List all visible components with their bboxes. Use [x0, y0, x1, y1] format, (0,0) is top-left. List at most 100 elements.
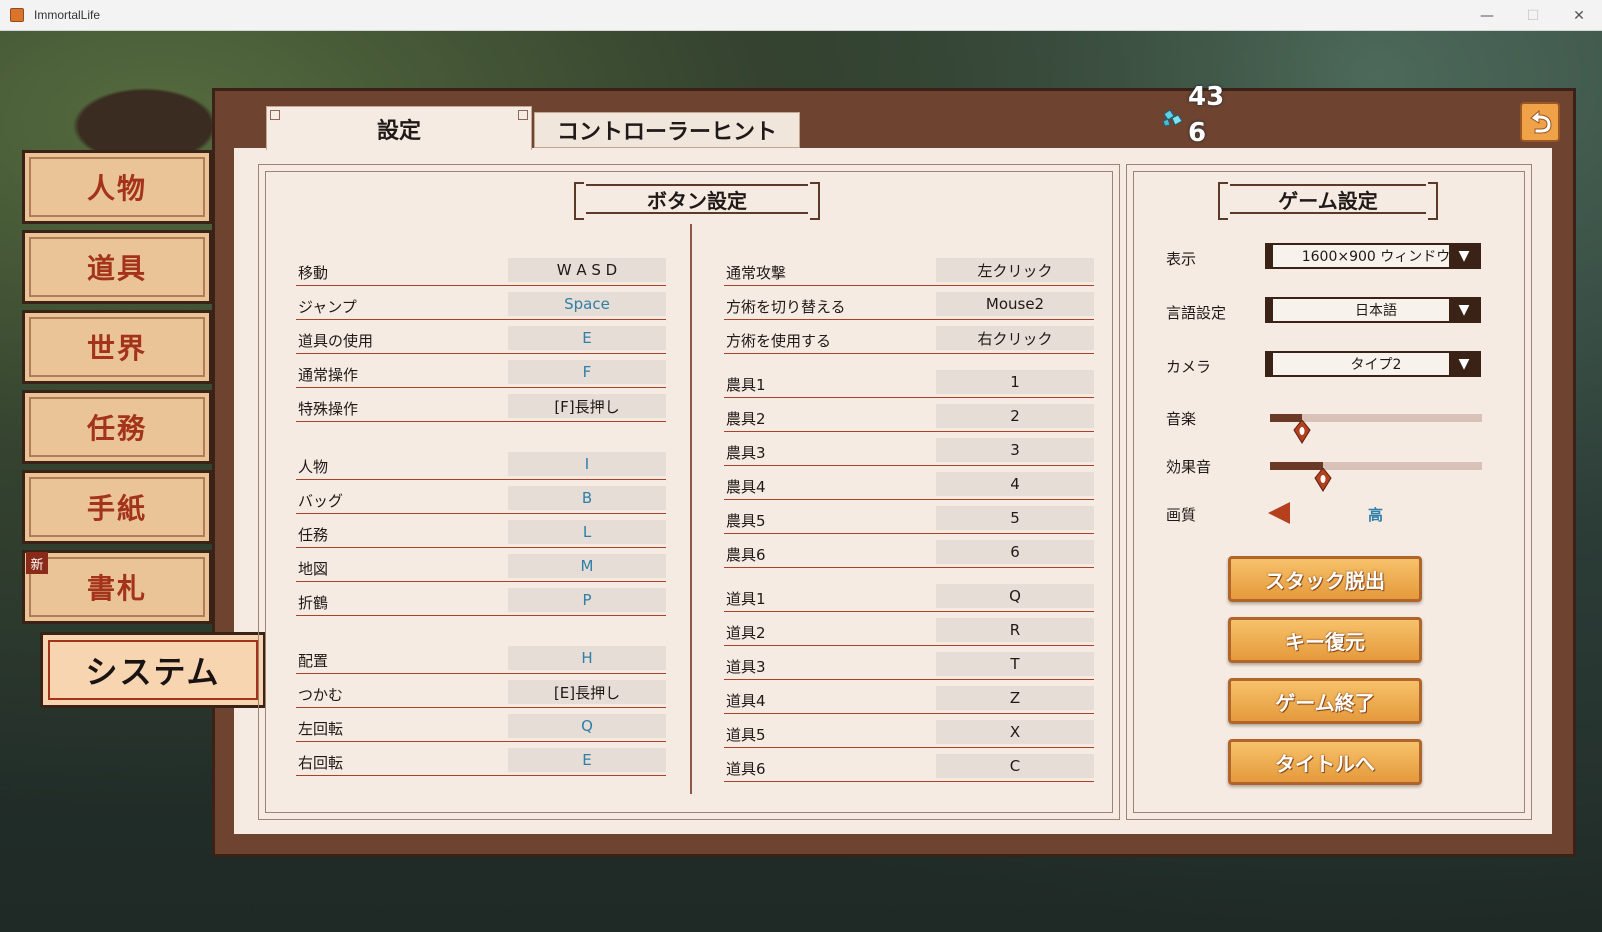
- key-binding-row: ジャンプ Space: [296, 292, 666, 320]
- sidebar-item-label: 書札: [86, 572, 147, 605]
- sidebar-item-label: 任務: [86, 412, 147, 445]
- key-binding-value[interactable]: 5: [936, 506, 1094, 530]
- quality-value: 高: [1368, 506, 1384, 524]
- window-titlebar: ImmortalLife — ☐ ✕: [0, 0, 1602, 31]
- language-value: 日本語: [1355, 303, 1397, 319]
- key-binding-value[interactable]: P: [508, 588, 666, 612]
- sidebar-item-letters[interactable]: 手紙: [22, 470, 212, 544]
- key-binding-row: 道具4 Z: [724, 686, 1094, 714]
- camera-dropdown[interactable]: タイプ2 ▼: [1265, 351, 1481, 377]
- display-value: 1600×900 ウィンドウ: [1301, 249, 1451, 265]
- key-binding-value[interactable]: M: [508, 554, 666, 578]
- game-settings-title: ゲーム設定: [1218, 182, 1438, 220]
- app-icon: [10, 8, 24, 22]
- maximize-button[interactable]: ☐: [1510, 0, 1556, 31]
- key-binding-row: 道具6 C: [724, 754, 1094, 782]
- key-binding-value[interactable]: B: [508, 486, 666, 510]
- chevron-down-icon: ▼: [1449, 353, 1479, 375]
- key-binding-value[interactable]: Space: [508, 292, 666, 316]
- sidebar-item-label: 道具: [86, 252, 147, 285]
- key-binding-value[interactable]: E: [508, 326, 666, 350]
- key-binding-row: 道具1 Q: [724, 584, 1094, 612]
- quality-left-arrow-icon[interactable]: [1268, 502, 1290, 524]
- key-binding-label: 農具6: [726, 546, 766, 564]
- key-binding-row: 農具1 1: [724, 370, 1094, 398]
- key-binding-value[interactable]: 左クリック: [936, 258, 1094, 282]
- key-binding-row: 方術を切り替える Mouse2: [724, 292, 1094, 320]
- key-binding-label: 農具4: [726, 478, 766, 496]
- key-binding-row: 農具4 4: [724, 472, 1094, 500]
- key-binding-row: 通常攻撃 左クリック: [724, 258, 1094, 286]
- key-binding-value[interactable]: Q: [936, 584, 1094, 608]
- key-binding-label: 道具6: [726, 760, 766, 778]
- quit-game-button[interactable]: ゲーム終了: [1228, 678, 1422, 724]
- minimize-button[interactable]: —: [1464, 0, 1510, 31]
- music-slider[interactable]: [1270, 414, 1482, 444]
- key-binding-value[interactable]: X: [936, 720, 1094, 744]
- key-binding-value[interactable]: 3: [936, 438, 1094, 462]
- key-binding-row: 折鶴 P: [296, 588, 666, 616]
- language-dropdown[interactable]: 日本語 ▼: [1265, 297, 1481, 323]
- key-binding-row: バッグ B: [296, 486, 666, 514]
- key-binding-value[interactable]: [E]長押し: [508, 680, 666, 704]
- key-binding-value[interactable]: 6: [936, 540, 1094, 564]
- secondary-currency-count: 6: [1188, 118, 1207, 148]
- button-settings-title: ボタン設定: [574, 182, 820, 220]
- sfx-slider[interactable]: [1270, 462, 1482, 492]
- tab-settings[interactable]: 設定: [266, 106, 532, 150]
- key-binding-value[interactable]: Q: [508, 714, 666, 738]
- key-binding-value[interactable]: W A S D: [508, 258, 666, 282]
- key-binding-value[interactable]: H: [508, 646, 666, 670]
- reset-keys-button[interactable]: キー復元: [1228, 617, 1422, 663]
- key-binding-label: 道具1: [726, 590, 766, 608]
- sidebar-item-items[interactable]: 道具: [22, 230, 212, 304]
- back-button[interactable]: [1520, 102, 1560, 142]
- display-dropdown[interactable]: 1600×900 ウィンドウ ▼: [1265, 243, 1481, 269]
- key-binding-value[interactable]: 1: [936, 370, 1094, 394]
- key-binding-value[interactable]: T: [936, 652, 1094, 676]
- key-binding-value[interactable]: 2: [936, 404, 1094, 428]
- key-binding-value[interactable]: [F]長押し: [508, 394, 666, 418]
- sidebar-item-character[interactable]: 人物: [22, 150, 212, 224]
- key-binding-label: 人物: [298, 458, 329, 476]
- sidebar-item-notes[interactable]: 書札: [22, 550, 212, 624]
- key-binding-value[interactable]: F: [508, 360, 666, 384]
- key-binding-value[interactable]: C: [936, 754, 1094, 778]
- key-binding-row: 農具6 6: [724, 540, 1094, 568]
- key-binding-value[interactable]: L: [508, 520, 666, 544]
- key-binding-label: 地図: [298, 560, 329, 578]
- slider-knob[interactable]: [1314, 468, 1332, 492]
- key-binding-label: 農具2: [726, 410, 766, 428]
- key-binding-label: 道具3: [726, 658, 766, 676]
- key-binding-label: つかむ: [298, 686, 344, 704]
- key-binding-row: 地図 M: [296, 554, 666, 582]
- corner-ornament: [518, 110, 528, 120]
- key-binding-value[interactable]: 4: [936, 472, 1094, 496]
- tab-controller-hints-label: コントローラーヒント: [556, 120, 777, 145]
- gem-icon: [1162, 109, 1183, 127]
- tab-controller-hints[interactable]: コントローラーヒント: [534, 112, 800, 148]
- key-binding-row: 任務 L: [296, 520, 666, 548]
- tab-settings-label: 設定: [376, 118, 421, 144]
- key-binding-label: バッグ: [298, 492, 344, 510]
- key-binding-value[interactable]: E: [508, 748, 666, 772]
- sidebar-item-system[interactable]: システム: [40, 632, 266, 708]
- key-binding-label: 農具3: [726, 444, 766, 462]
- sidebar-item-quests[interactable]: 任務: [22, 390, 212, 464]
- key-binding-label: 道具5: [726, 726, 766, 744]
- key-binding-label: 任務: [298, 526, 329, 544]
- close-button[interactable]: ✕: [1556, 0, 1602, 31]
- key-binding-value[interactable]: I: [508, 452, 666, 476]
- key-binding-label: 通常攻撃: [726, 264, 787, 282]
- chevron-down-icon: ▼: [1449, 245, 1479, 267]
- sidebar-item-world[interactable]: 世界: [22, 310, 212, 384]
- key-binding-value[interactable]: 右クリック: [936, 326, 1094, 350]
- key-binding-value[interactable]: R: [936, 618, 1094, 642]
- key-binding-value[interactable]: Mouse2: [936, 292, 1094, 316]
- sidebar-item-label: システム: [85, 653, 221, 691]
- key-binding-value[interactable]: Z: [936, 686, 1094, 710]
- unstuck-button[interactable]: スタック脱出: [1228, 556, 1422, 602]
- key-binding-row: 方術を使用する 右クリック: [724, 326, 1094, 354]
- slider-knob[interactable]: [1293, 420, 1311, 444]
- to-title-button[interactable]: タイトルへ: [1228, 739, 1422, 785]
